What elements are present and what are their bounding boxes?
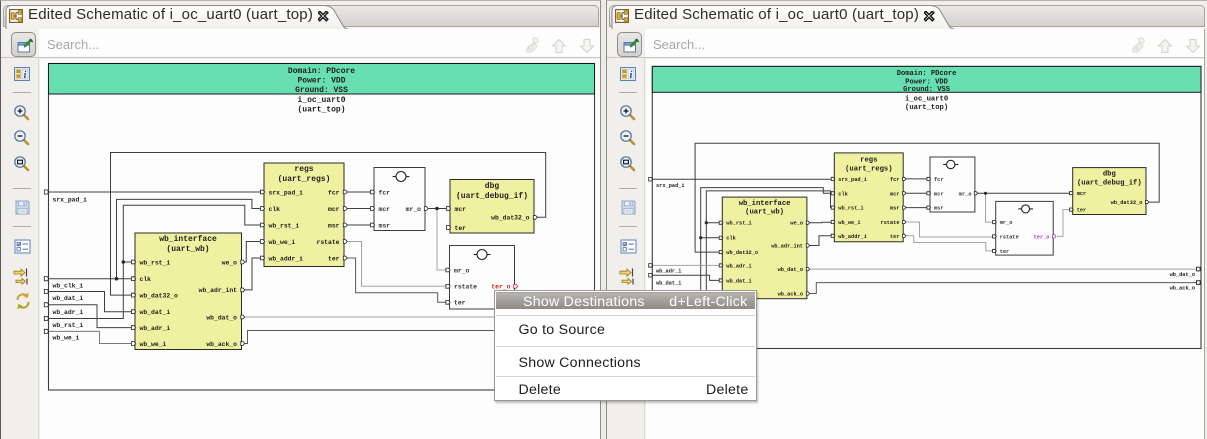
svg-text:i: i xyxy=(24,70,27,81)
svg-text:i: i xyxy=(630,70,633,81)
